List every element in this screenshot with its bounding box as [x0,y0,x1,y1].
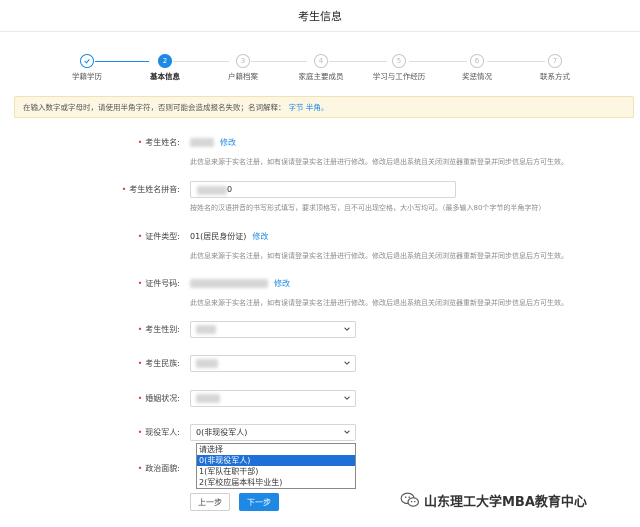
step-label: 家庭主要成员 [298,72,344,81]
glossary-link[interactable]: 字节 半角。 [289,102,329,113]
id-type-edit-link[interactable]: 修改 [252,231,268,242]
notice-text: 在输入数字或字母时，请使用半角字符，否则可能会造成报名失败；名词解释： [23,102,286,112]
step-5[interactable]: 5 学习与工作经历 [369,54,429,82]
id-number-help: 此信息来源于实名注册，如有误请登录实名注册进行修改。修改后退出系统且关闭浏览器重… [190,299,568,307]
watermark: 山东理工大学MBA教育中心 [400,489,587,511]
id-number-label: • 证件号码: [137,279,180,288]
pinyin-label: • 考生姓名拼音: [121,185,180,194]
id-number-value: 修改 [190,278,290,289]
military-select[interactable]: 0(非现役军人) [190,424,356,441]
step-number: 5 [392,54,406,68]
redacted-value [196,325,216,334]
step-number: 6 [470,54,484,68]
step-label: 学籍学历 [72,72,102,81]
wechat-icon [400,492,419,507]
page-header: 考生信息 [0,0,640,32]
redacted-value [190,279,268,288]
step-1[interactable]: 学籍学历 [57,54,117,82]
id-number-edit-link[interactable]: 修改 [274,278,290,289]
military-label: • 现役军人: [137,428,180,437]
pinyin-input[interactable]: 0 [190,181,456,198]
watermark-text: 山东理工大学MBA教育中心 [424,494,587,510]
marital-label: • 婚姻状况: [137,394,180,403]
step-label: 学习与工作经历 [372,72,426,81]
gender-select[interactable] [190,321,356,338]
page-title: 考生信息 [298,9,342,23]
step-number: 2 [158,54,172,68]
ethnicity-select[interactable] [190,355,356,372]
pinyin-help: 按姓名的汉语拼音的书写形式填写，要求顶格写，且不可出现空格，大小写均可。（最多输… [190,204,546,212]
chevron-down-icon [344,361,350,365]
redacted-value [190,138,214,147]
step-label: 基本信息 [150,72,180,81]
step-label: 奖惩情况 [462,72,492,81]
id-type-value: 01(居民身份证) 修改 [190,231,269,242]
progress-steps: 学籍学历 2 基本信息 3 户籍档案 4 家庭主要成员 5 学习与工作经历 6 … [0,32,640,84]
name-label: • 考生姓名: [137,138,180,147]
chevron-down-icon [344,327,350,331]
dropdown-option[interactable]: 请选择 [197,444,355,455]
name-value: 修改 [190,137,236,148]
step-2[interactable]: 2 基本信息 [135,54,195,82]
step-number: 7 [548,54,562,68]
military-dropdown[interactable]: 请选择 0(非现役军人) 1(军队在职干部) 2(军校应届本科毕业生) [196,443,356,489]
name-edit-link[interactable]: 修改 [220,137,236,148]
name-help: 此信息来源于实名注册，如有误请登录实名注册进行修改。修改后退出系统且关闭浏览器重… [190,158,568,166]
dropdown-option-selected[interactable]: 0(非现役军人) [197,455,355,466]
input-notice: 在输入数字或字母时，请使用半角字符，否则可能会造成报名失败；名词解释： 字节 半… [14,96,634,118]
political-label: • 政治面貌: [137,464,180,473]
check-icon [80,54,94,68]
step-7[interactable]: 7 联系方式 [525,54,585,82]
redacted-value [197,186,227,195]
redacted-value [196,394,220,403]
step-number: 3 [236,54,250,68]
dropdown-option[interactable]: 1(军队在职干部) [197,466,355,477]
pinyin-value: 0 [227,185,233,194]
marital-select[interactable] [190,390,356,407]
gender-label: • 考生性别: [137,325,180,334]
id-type-help: 此信息来源于实名注册，如有误请登录实名注册进行修改。修改后退出系统且关闭浏览器重… [190,252,568,260]
ethnicity-label: • 考生民族: [137,359,180,368]
step-4[interactable]: 4 家庭主要成员 [291,54,351,82]
step-label: 户籍档案 [228,72,258,81]
prev-step-button[interactable]: 上一步 [190,493,230,511]
dropdown-option[interactable]: 2(军校应届本科毕业生) [197,477,355,488]
step-6[interactable]: 6 奖惩情况 [447,54,507,82]
chevron-down-icon [344,430,350,434]
next-step-button[interactable]: 下一步 [239,493,279,511]
step-label: 联系方式 [540,72,570,81]
military-selected-value: 0(非现役军人) [196,428,248,437]
id-type-label: • 证件类型: [137,232,180,241]
chevron-down-icon [344,396,350,400]
redacted-value [196,359,218,368]
step-number: 4 [314,54,328,68]
step-3[interactable]: 3 户籍档案 [213,54,273,82]
